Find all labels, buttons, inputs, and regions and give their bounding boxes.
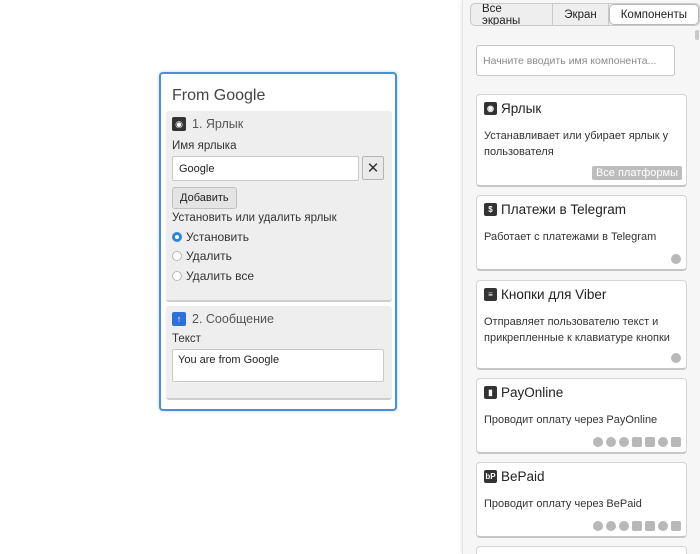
component-card-tag[interactable]: ◉ Ярлык Устанавливает или убирает ярлык … [476,94,687,187]
component-name: PayOnline [501,385,564,400]
component-title: ▮ PayOnline [484,385,563,400]
radio-button[interactable] [172,271,182,281]
payonline-icon: ▮ [484,386,497,399]
platform-icons [593,437,681,447]
scrollbar-thumb[interactable] [695,30,699,40]
message-block-header: ↑ 2. Сообщение [172,312,274,326]
radio-remove[interactable]: Удалить [172,249,232,263]
telegram-icon [671,254,681,264]
viber-icon [619,437,629,447]
close-icon: ✕ [366,160,380,177]
component-description: Проводит оплату через PayOnline [484,414,658,426]
component-card-telegram-payments[interactable]: $ Платежи в Telegram Работает с платежам… [476,195,687,271]
radio-label: Установить [186,230,249,244]
component-name: BePaid [501,469,545,484]
component-search-input[interactable]: Начните вводить имя компонента... [476,45,675,76]
component-card-payonline[interactable]: ▮ PayOnline Проводит оплату через PayOnl… [476,378,687,454]
messenger-icon [593,521,603,531]
messenger-icon [593,437,603,447]
radio-remove-all[interactable]: Удалить все [172,269,254,283]
screen-title: From Google [172,87,266,104]
viber-icon [619,521,629,531]
whatsapp-icon [658,521,668,531]
component-title: ≡ Кнопки для Viber [484,287,606,302]
tag-block-header: ◉ 1. Ярлык [172,117,243,131]
platform-badge: Все платформы [591,166,682,180]
instagram-icon [671,437,681,447]
component-description: Работает с платежами в Telegram [484,231,657,243]
component-card-next[interactable] [476,546,687,554]
component-card-bepaid[interactable]: bP BePaid Проводит оплату через BePaid [476,462,687,538]
component-name: Ярлык [501,101,542,116]
telegram-icon [606,521,616,531]
clear-button[interactable]: ✕ [362,156,384,180]
platform-icons [671,254,681,264]
whatsapp-icon [658,437,668,447]
tag-block-title: 1. Ярлык [192,117,244,131]
component-name: Платежи в Telegram [501,202,626,217]
message-icon: ↑ [172,312,186,326]
radio-button[interactable] [172,251,182,261]
editor-canvas: From Google ◉ 1. Ярлык Имя ярлыка Google… [0,0,462,554]
vk-icon [632,437,642,447]
message-block[interactable]: ↑ 2. Сообщение Текст You are from Google [166,306,392,400]
radio-label: Удалить [186,249,232,263]
component-title: bP BePaid [484,469,545,484]
keyboard-icon: ≡ [484,288,497,301]
tab-components[interactable]: Компоненты [608,4,699,25]
tag-block[interactable]: ◉ 1. Ярлык Имя ярлыка Google ✕ Добавить … [166,111,392,302]
tag-icon: ◉ [484,102,497,115]
bepaid-icon: bP [484,470,497,483]
component-card-viber-buttons[interactable]: ≡ Кнопки для Viber Отправляет пользовате… [476,280,687,370]
message-block-title: 2. Сообщение [192,312,274,326]
add-button[interactable]: Добавить [172,187,237,209]
radio-set[interactable]: Установить [172,230,249,244]
components-panel: Все экраны Экран Компоненты Начните ввод… [462,0,700,554]
component-title: $ Платежи в Telegram [484,202,626,217]
component-name: Кнопки для Viber [501,287,607,302]
tag-action-label: Установить или удалить ярлык [172,212,337,224]
radio-button-checked[interactable] [172,232,182,242]
tab-screen[interactable]: Экран [553,4,609,25]
tab-all-screens[interactable]: Все экраны [471,4,554,25]
screen-card[interactable]: From Google ◉ 1. Ярлык Имя ярлыка Google… [159,72,397,411]
instagram-icon [671,521,681,531]
viber-icon [671,353,681,363]
ok-icon [645,521,655,531]
panel-tabs: Все экраны Экран Компоненты [470,3,700,26]
platform-icons [593,521,681,531]
component-description: Устанавливает или убирает ярлык у пользо… [484,130,669,158]
vk-icon [632,521,642,531]
tag-name-label: Имя ярлыка [172,140,237,152]
text-label: Текст [172,333,201,345]
radio-label: Удалить все [186,269,255,283]
message-text-field[interactable]: You are from Google [172,349,384,382]
component-description: Отправляет пользователю текст и прикрепл… [484,316,670,344]
tag-icon: ◉ [172,117,186,131]
ok-icon [645,437,655,447]
component-title: ◉ Ярлык [484,101,541,116]
component-description: Проводит оплату через BePaid [484,498,642,510]
platform-icons [671,353,681,363]
dollar-icon: $ [484,203,497,216]
tag-name-input[interactable]: Google [172,156,359,181]
telegram-icon [606,437,616,447]
